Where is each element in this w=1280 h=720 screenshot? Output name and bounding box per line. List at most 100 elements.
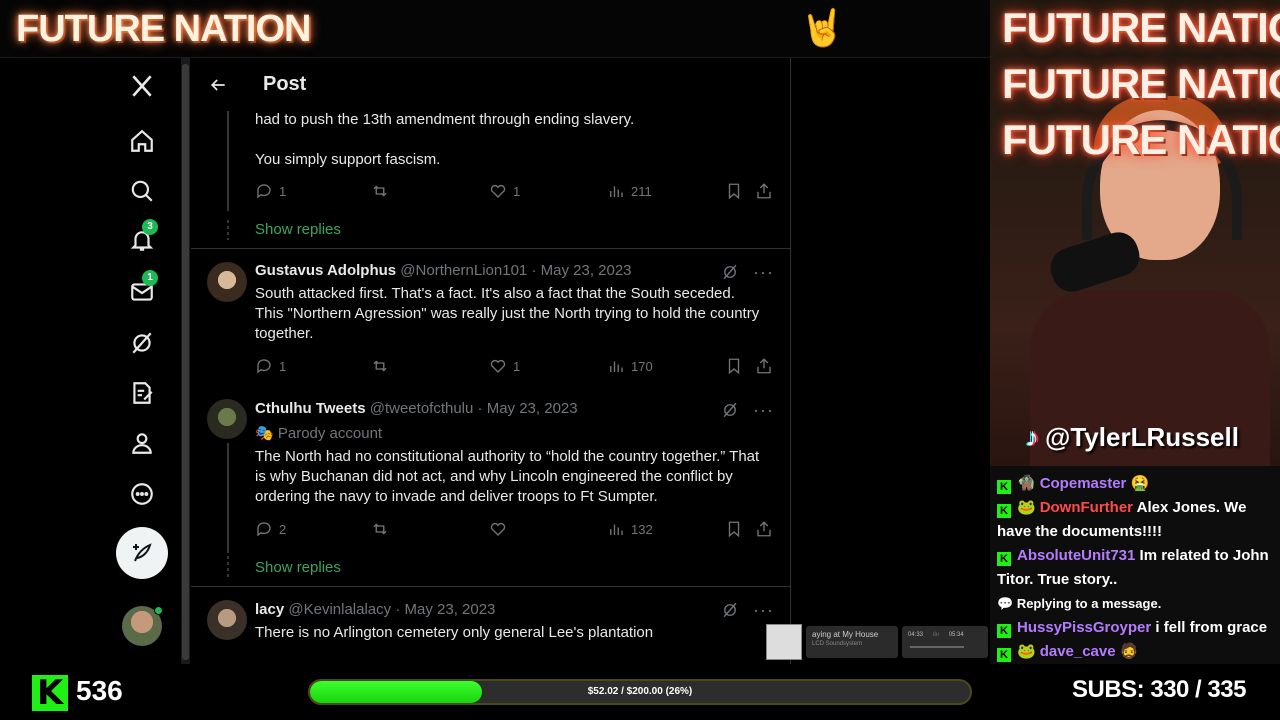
reply-button[interactable]: 1 (255, 182, 286, 200)
search-icon[interactable] (126, 175, 158, 207)
viewer-count: 536 (76, 675, 123, 706)
tweet-date[interactable]: May 23, 2023 (487, 400, 578, 417)
reply-indicator: 💬 Replying to a message. (997, 592, 1274, 616)
subs-label: SUBS: (1072, 676, 1145, 703)
like-count: 1 (513, 358, 521, 374)
tweet-date[interactable]: May 23, 2023 (541, 262, 632, 279)
show-replies-link[interactable]: Show replies (255, 559, 341, 576)
tweet-header: Cthulhu Tweets @tweetofcthulu · May 23, … (255, 400, 578, 417)
chat-username[interactable]: dave_cave (1040, 643, 1116, 660)
live-chat: K 🧌 Copemaster 🤮 K 🐸 DownFurther Alex Jones.… (990, 466, 1280, 664)
chat-username[interactable]: AbsoluteUnit731 (1017, 547, 1135, 564)
grok-icon[interactable] (721, 401, 739, 419)
tweet-actions: 1 1 170 (255, 355, 775, 377)
x-logo-icon[interactable] (126, 70, 158, 102)
bookmark-button[interactable] (725, 182, 743, 200)
tweet-header: Gustavus Adolphus @NorthernLion101 · May… (255, 262, 632, 279)
like-button[interactable] (489, 520, 507, 538)
chat-message: K 🐸 DownFurther Alex Jones. We have the do… (997, 496, 1274, 544)
compose-post-button[interactable] (116, 527, 168, 579)
parody-text: Parody account (277, 425, 383, 442)
avatar[interactable] (207, 262, 247, 302)
views-chart-icon (610, 361, 623, 372)
thread-line (227, 111, 229, 211)
grok-icon[interactable] (721, 601, 739, 619)
arrow-left-icon (210, 78, 225, 91)
page-title: Post (263, 73, 307, 95)
reply-icon (257, 184, 271, 199)
reply-button[interactable]: 1 (255, 357, 286, 375)
grok-icon[interactable] (721, 263, 739, 281)
views-button[interactable]: 170 (607, 357, 653, 375)
share-icon (757, 358, 771, 374)
heart-icon (490, 522, 506, 536)
heart-icon (490, 184, 506, 198)
chat-message: K 🧌 Copemaster 🤮 (997, 472, 1274, 496)
views-button[interactable]: 211 (607, 182, 652, 200)
home-icon[interactable] (126, 125, 158, 157)
chat-username[interactable]: DownFurther (1040, 499, 1133, 516)
tweet-header-actions: ··· (721, 263, 774, 281)
avatar[interactable] (207, 399, 247, 439)
reply-count: 1 (279, 358, 287, 374)
mail-icon[interactable]: 1 (126, 270, 158, 308)
like-button[interactable]: 1 (489, 182, 520, 200)
back-button[interactable] (201, 68, 235, 102)
emote-icon: 🧔 (1119, 643, 1139, 660)
now-playing-widget: aying at My House LCD Soundsystem 04:33 … (766, 624, 988, 660)
bookmark-button[interactable] (725, 357, 743, 375)
thread-line-dotted (227, 220, 229, 240)
bell-icon[interactable]: 3 (126, 219, 158, 257)
tweet-header: lacy @Kevinlalalacy · May 23, 2023 (255, 601, 495, 618)
repost-button[interactable] (371, 520, 389, 538)
badge-icon: 🐸 (1017, 643, 1036, 660)
avatar[interactable] (207, 600, 247, 640)
author-handle[interactable]: @tweetofcthulu (370, 400, 474, 417)
reply-button[interactable]: 2 (255, 520, 286, 538)
repost-button[interactable] (371, 357, 389, 375)
tweet-text: You simply support fascism. (255, 151, 441, 168)
badge-icon: 🧌 (1017, 475, 1036, 492)
share-icon (757, 521, 771, 537)
feather-plus-icon (133, 543, 152, 562)
divider (191, 248, 790, 249)
scrollbar-thumb[interactable] (182, 64, 189, 660)
grok-icon[interactable] (126, 327, 158, 359)
repost-icon (373, 185, 387, 197)
heart-icon (490, 359, 506, 373)
share-button[interactable] (755, 520, 773, 538)
subs-counter: SUBS: 330 / 335 (1072, 676, 1246, 704)
author-name[interactable]: Cthulhu Tweets (255, 400, 366, 417)
more-circle-icon[interactable] (126, 478, 158, 510)
separator-dot: · (477, 400, 483, 417)
account-avatar[interactable] (122, 606, 163, 646)
kick-logo-icon: K (32, 675, 68, 711)
share-button[interactable] (755, 357, 773, 375)
compose-list-icon[interactable] (126, 377, 158, 409)
chat-username[interactable]: HussyPissGroyper (1017, 619, 1151, 636)
like-button[interactable]: 1 (489, 357, 520, 375)
person-icon[interactable] (126, 427, 158, 459)
author-handle[interactable]: @Kevinlalalacy (288, 601, 391, 618)
track-progress: 04:33 ılıı 05:34 (902, 626, 988, 658)
share-button[interactable] (755, 182, 773, 200)
page-scrollbar[interactable] (181, 58, 190, 664)
parody-label: 🎭 Parody account (255, 424, 382, 442)
tweet-header-actions: ··· (721, 401, 774, 419)
bookmark-button[interactable] (725, 520, 743, 538)
chat-username[interactable]: Copemaster (1040, 475, 1127, 492)
repost-button[interactable] (371, 182, 389, 200)
more-options-icon[interactable]: ··· (753, 263, 774, 281)
views-button[interactable]: 132 (607, 520, 653, 538)
more-options-icon[interactable]: ··· (753, 601, 774, 619)
sidebar: 3 1 (0, 58, 180, 664)
view-count: 211 (631, 183, 652, 199)
author-name[interactable]: lacy (255, 601, 284, 618)
show-replies-link[interactable]: Show replies (255, 221, 341, 238)
more-options-icon[interactable]: ··· (753, 401, 774, 419)
tweet-date[interactable]: May 23, 2023 (405, 601, 496, 618)
views-chart-icon (610, 186, 623, 197)
author-name[interactable]: Gustavus Adolphus (255, 262, 396, 279)
reply-count: 2 (279, 521, 287, 537)
author-handle[interactable]: @NorthernLion101 (400, 262, 527, 279)
